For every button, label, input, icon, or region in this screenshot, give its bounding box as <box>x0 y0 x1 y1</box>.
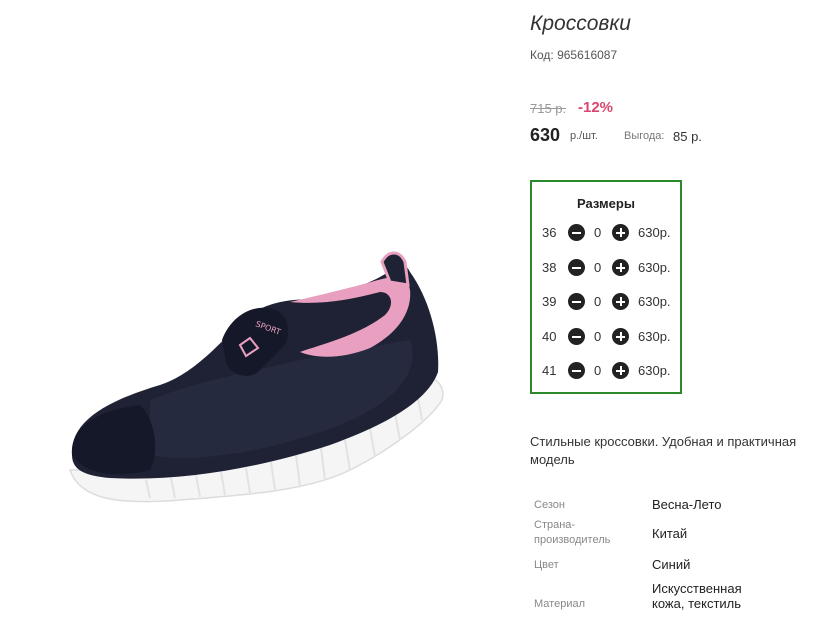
increase-quantity-button[interactable] <box>612 293 629 310</box>
product-title: Кроссовки <box>530 12 631 35</box>
sizes-panel: Размеры 36 0 630р. 38 0 630р. 39 0 630р.… <box>530 180 682 394</box>
saving-value: 85 р. <box>673 129 702 144</box>
quantity-value: 0 <box>594 260 602 275</box>
decrease-quantity-button[interactable] <box>568 362 585 379</box>
saving-label: Выгода: <box>624 130 665 142</box>
property-name: Сезон <box>534 499 565 511</box>
property-name: Материал <box>534 598 585 610</box>
decrease-quantity-button[interactable] <box>568 259 585 276</box>
quantity-value: 0 <box>594 329 602 344</box>
size-number: 36 <box>542 225 557 240</box>
property-name: Страна-производитель <box>534 519 611 546</box>
size-row: 36 0 630р. <box>532 222 680 244</box>
size-number: 39 <box>542 294 557 309</box>
increase-quantity-button[interactable] <box>612 224 629 241</box>
size-row: 38 0 630р. <box>532 257 680 279</box>
size-price: 630р. <box>638 294 671 309</box>
property-value: Искусственная кожа, текстиль <box>652 581 742 611</box>
size-price: 630р. <box>638 363 671 378</box>
quantity-value: 0 <box>594 294 602 309</box>
increase-quantity-button[interactable] <box>612 362 629 379</box>
size-price: 630р. <box>638 329 671 344</box>
price-unit: р./шт. <box>570 130 598 142</box>
size-row: 40 0 630р. <box>532 326 680 348</box>
increase-quantity-button[interactable] <box>612 328 629 345</box>
size-price: 630р. <box>638 260 671 275</box>
product-description: Стильные кроссовки. Удобная и практичная… <box>530 434 797 467</box>
property-name: Цвет <box>534 559 559 571</box>
size-price: 630р. <box>638 225 671 240</box>
size-row: 39 0 630р. <box>532 291 680 313</box>
size-number: 41 <box>542 363 557 378</box>
increase-quantity-button[interactable] <box>612 259 629 276</box>
current-price: 630 <box>530 125 561 145</box>
decrease-quantity-button[interactable] <box>568 328 585 345</box>
old-price: 715 р. <box>530 101 567 116</box>
sizes-title: Размеры <box>577 196 635 211</box>
product-code: Код: 965616087 <box>530 48 618 62</box>
quantity-value: 0 <box>594 225 602 240</box>
size-number: 38 <box>542 260 557 275</box>
sneaker-illustration: SPORT <box>68 251 444 503</box>
decrease-quantity-button[interactable] <box>568 224 585 241</box>
discount-badge: -12% <box>578 99 614 116</box>
quantity-value: 0 <box>594 363 602 378</box>
size-number: 40 <box>542 329 557 344</box>
property-value: Весна-Лето <box>652 497 722 512</box>
size-row: 41 0 630р. <box>532 360 680 382</box>
property-value: Синий <box>652 557 691 572</box>
decrease-quantity-button[interactable] <box>568 293 585 310</box>
product-image[interactable]: SPORT <box>0 0 520 642</box>
property-value: Китай <box>652 526 688 541</box>
